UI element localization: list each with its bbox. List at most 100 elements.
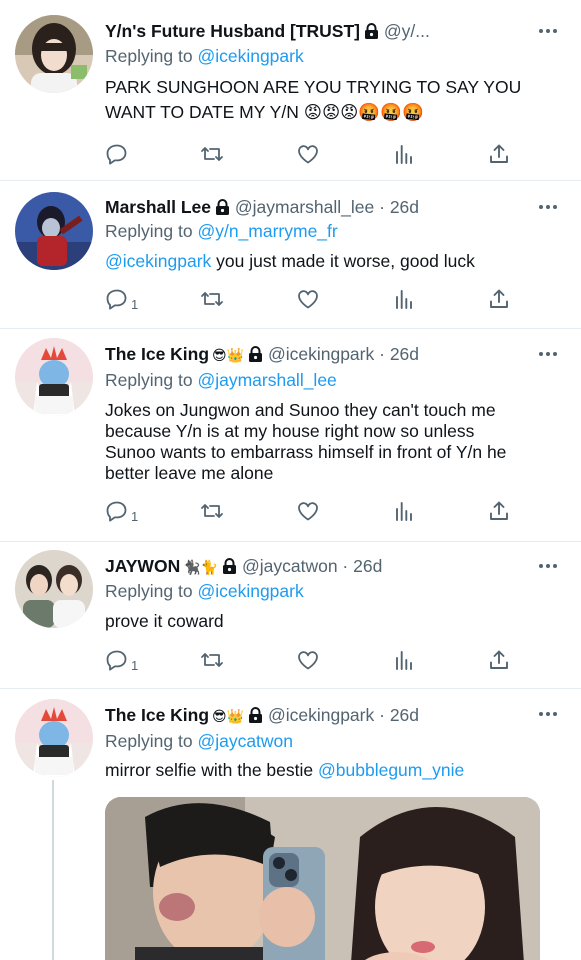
tweet-actions: 1 (105, 288, 515, 314)
separator-dot: · (337, 556, 354, 576)
tweet-4[interactable]: JAYWON 🐈‍⬛🐈 @jaycatwon · 26d Replying to … (0, 542, 581, 688)
replying-to: Replying to @icekingpark (105, 44, 304, 68)
analytics-icon (392, 648, 416, 677)
attached-photo[interactable] (105, 797, 540, 960)
user-handle[interactable]: @icekingpark (268, 705, 374, 725)
separator-dot: · (374, 705, 390, 725)
reply-count: 1 (131, 657, 139, 673)
tweet-text-body: mirror selfie with the bestie (105, 760, 318, 780)
mention-link[interactable]: @bubblegum_ynie (318, 760, 464, 780)
reply-button[interactable] (105, 143, 129, 169)
timestamp[interactable]: 26d (353, 556, 382, 576)
display-name[interactable]: The Ice King (105, 344, 209, 364)
tweet-text-line: better leave me alone (105, 463, 274, 483)
more-icon[interactable] (539, 350, 559, 358)
display-name[interactable]: JAYWON (105, 556, 180, 576)
share-icon (487, 499, 511, 528)
separator-dot: · (374, 197, 390, 217)
avatar[interactable] (15, 550, 93, 628)
tweet-1[interactable]: Y/n's Future Husband [TRUST] @y/... Repl… (0, 0, 581, 180)
mention-link[interactable]: @icekingpark (105, 251, 211, 271)
heart-icon (296, 499, 320, 528)
heart-icon (296, 142, 320, 171)
tweet-text-body: prove it coward (105, 611, 224, 631)
heart-icon (296, 648, 320, 677)
user-handle[interactable]: @y/... (384, 21, 430, 41)
reply-button[interactable]: 1 (105, 288, 138, 314)
replying-to-label: Replying to (105, 581, 193, 601)
tweet-text-line: WANT TO DATE MY Y/N 😡😡😡🤬🤬🤬 (105, 102, 424, 122)
retweet-icon (200, 142, 224, 171)
avatar[interactable] (15, 192, 93, 270)
tweet-header: Y/n's Future Husband [TRUST] @y/... (105, 19, 561, 43)
share-button[interactable] (487, 500, 511, 526)
like-button[interactable] (296, 649, 320, 675)
share-button[interactable] (487, 649, 511, 675)
views-button[interactable] (392, 143, 416, 169)
replying-to-link[interactable]: @icekingpark (197, 581, 303, 601)
share-button[interactable] (487, 288, 511, 314)
reply-icon (105, 287, 129, 316)
profile-badges: 😎👑 (212, 708, 245, 724)
timestamp[interactable]: 26d (390, 344, 419, 364)
tweet-3[interactable]: The Ice King 😎👑 @icekingpark · 26d Replyi… (0, 329, 581, 541)
display-name[interactable]: Marshall Lee (105, 197, 211, 217)
replying-to-link[interactable]: @jaymarshall_lee (197, 370, 336, 390)
lock-icon (364, 21, 379, 43)
timestamp[interactable]: 26d (390, 705, 419, 725)
retweet-button[interactable] (200, 500, 224, 526)
retweet-button[interactable] (200, 288, 224, 314)
replying-to-link[interactable]: @jaycatwon (197, 731, 293, 751)
replying-to-label: Replying to (105, 370, 193, 390)
share-button[interactable] (487, 143, 511, 169)
avatar[interactable] (15, 338, 93, 416)
heart-icon (296, 287, 320, 316)
tweet-2[interactable]: Marshall Lee @jaymarshall_lee · 26d Repl… (0, 181, 581, 328)
user-handle[interactable]: @jaymarshall_lee (235, 197, 374, 217)
display-name[interactable]: The Ice King (105, 705, 209, 725)
avatar[interactable] (15, 15, 93, 93)
tweet-actions: 1 (105, 500, 515, 526)
replying-to-link[interactable]: @y/n_marryme_fr (197, 221, 337, 241)
tweet-text-body: you just made it worse, good luck (211, 251, 475, 271)
replying-to-label: Replying to (105, 221, 193, 241)
reply-count: 1 (131, 296, 139, 312)
reply-icon (105, 648, 129, 677)
lock-icon (248, 344, 263, 366)
avatar[interactable] (15, 699, 93, 777)
like-button[interactable] (296, 500, 320, 526)
tweet-text: Jokes on Jungwon and Sunoo they can't to… (105, 400, 565, 484)
retweet-button[interactable] (200, 143, 224, 169)
tweet-text: prove it coward (105, 611, 565, 632)
reply-icon (105, 142, 129, 171)
retweet-button[interactable] (200, 649, 224, 675)
reply-button[interactable]: 1 (105, 500, 138, 526)
profile-badges: 🐈‍⬛🐈 (183, 559, 219, 575)
retweet-icon (200, 648, 224, 677)
lock-icon (248, 705, 263, 727)
replying-to: Replying to @jaycatwon (105, 729, 293, 753)
more-icon[interactable] (539, 562, 559, 570)
tweet-header: JAYWON 🐈‍⬛🐈 @jaycatwon · 26d (105, 554, 561, 578)
replying-to-label: Replying to (105, 46, 193, 66)
analytics-icon (392, 499, 416, 528)
user-handle[interactable]: @jaycatwon (242, 556, 338, 576)
reply-button[interactable]: 1 (105, 649, 138, 675)
views-button[interactable] (392, 288, 416, 314)
retweet-icon (200, 499, 224, 528)
display-name[interactable]: Y/n's Future Husband [TRUST] (105, 21, 360, 41)
more-icon[interactable] (539, 27, 559, 35)
tweet-text-line: Sunoo wants to embarrass himself in fron… (105, 442, 507, 462)
like-button[interactable] (296, 143, 320, 169)
views-button[interactable] (392, 649, 416, 675)
tweet-header: Marshall Lee @jaymarshall_lee · 26d (105, 195, 561, 219)
more-icon[interactable] (539, 203, 559, 211)
user-handle[interactable]: @icekingpark (268, 344, 374, 364)
replying-to-link[interactable]: @icekingpark (197, 46, 303, 66)
more-icon[interactable] (539, 710, 559, 718)
timestamp[interactable]: 26d (390, 197, 419, 217)
views-button[interactable] (392, 500, 416, 526)
separator-dot: · (374, 344, 390, 364)
lock-icon (215, 197, 230, 219)
like-button[interactable] (296, 288, 320, 314)
